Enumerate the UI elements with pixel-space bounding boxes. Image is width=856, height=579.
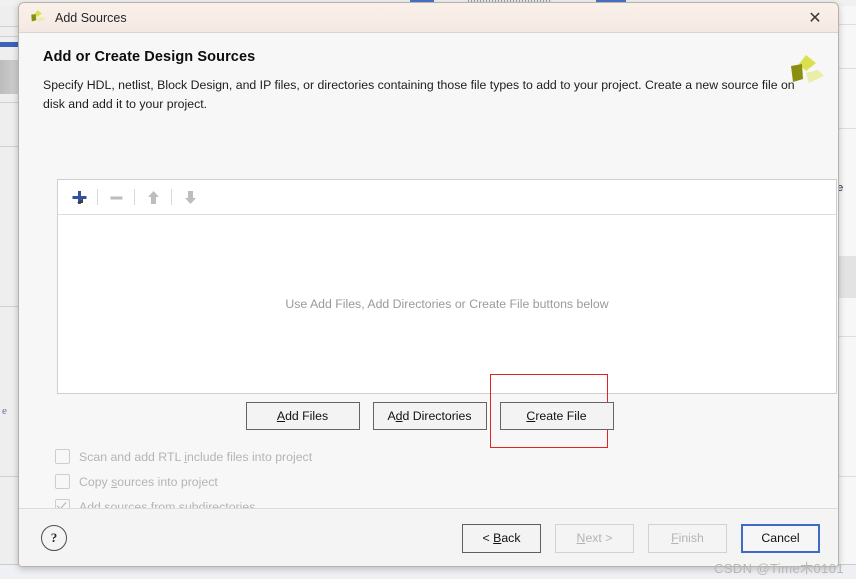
toolbar-separator [171,189,172,205]
arrow-up-icon [140,184,166,210]
add-sources-dialog: Add Sources ✕ Add or Create Design Sourc… [18,2,839,567]
arrow-down-icon [177,184,203,210]
toolbar-separator [97,189,98,205]
sources-list-panel: Use Add Files, Add Directories or Create… [57,179,837,394]
add-files-label: Add Files [276,409,329,423]
xilinx-logo-icon [786,53,826,93]
cancel-button[interactable]: Cancel [741,523,820,553]
background-left-text-fragment: e [2,405,7,417]
copy-sources-checkbox: Copy sources into project [55,469,312,494]
cancel-label: Cancel [761,531,800,545]
dialog-titlebar[interactable]: Add Sources ✕ [19,3,838,33]
dialog-title: Add Sources [55,10,127,25]
dialog-body: Add or Create Design Sources Specify HDL… [19,33,838,566]
toolbar-separator [134,189,135,205]
scan-rtl-include-checkbox: Scan and add RTL include files into proj… [55,444,312,469]
back-label: < Back [482,531,521,545]
page-description: Specify HDL, netlist, Block Design, and … [43,78,795,111]
checkbox-box [55,474,70,489]
create-file-label: Create File [526,409,587,423]
add-files-button[interactable]: Add Files [245,402,360,430]
next-label: Next > [576,531,613,545]
add-directories-button[interactable]: Add Directories [372,402,487,430]
finish-button: Finish [648,523,727,553]
watermark: CSDN @Time木0101 [714,561,844,576]
create-file-button[interactable]: Create File [499,402,614,430]
add-directories-label: Add Directories [387,409,472,423]
close-icon[interactable]: ✕ [796,4,834,32]
next-button: Next > [555,523,634,553]
page-title: Add or Create Design Sources [43,49,256,65]
sources-list-toolbar [58,180,836,215]
minus-icon [103,184,129,210]
copy-sources-label: Copy sources into project [79,474,218,489]
dialog-header: Add or Create Design Sources Specify HDL… [19,33,838,114]
empty-list-message: Use Add Files, Add Directories or Create… [285,297,609,311]
help-button[interactable]: ? [41,525,67,551]
scan-rtl-include-label: Scan and add RTL include files into proj… [79,449,313,464]
back-button[interactable]: < Back [462,523,541,553]
xilinx-logo-icon [29,9,47,27]
source-action-buttons: Add Files Add Directories Create File [19,402,838,430]
finish-label: Finish [671,531,704,545]
checkbox-box [55,449,70,464]
plus-icon[interactable] [66,184,92,210]
